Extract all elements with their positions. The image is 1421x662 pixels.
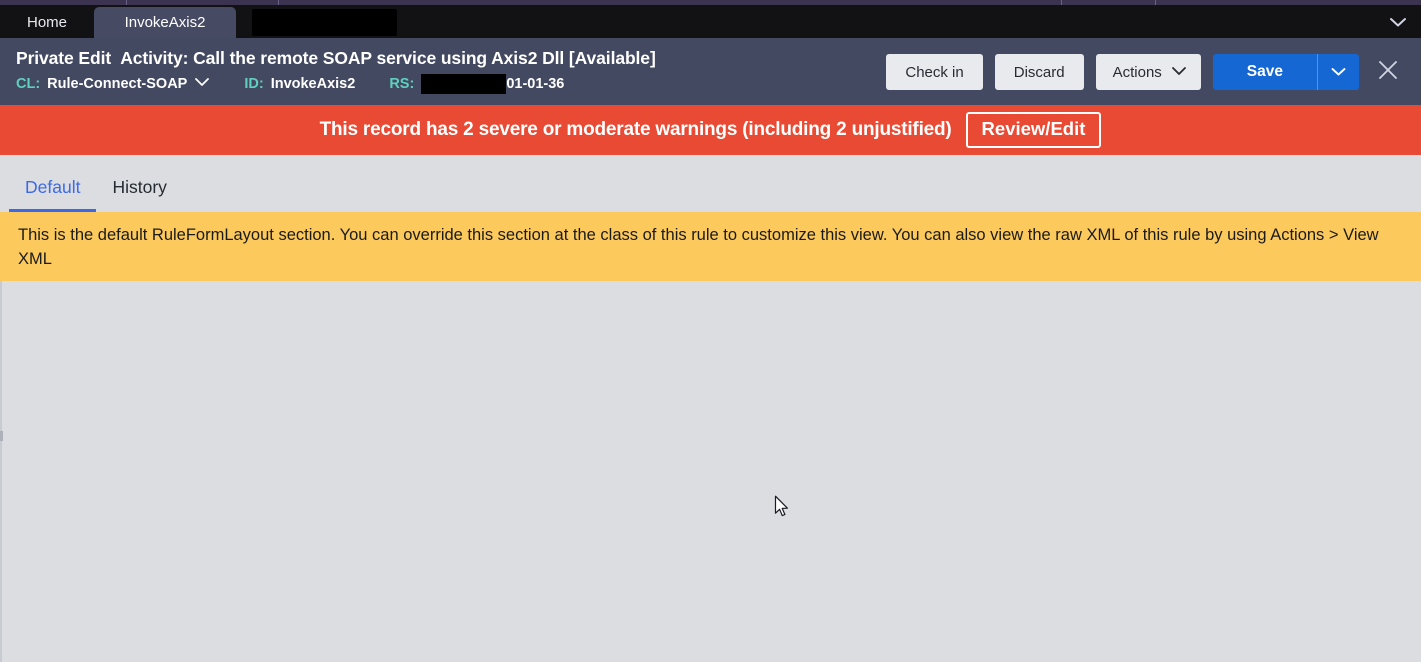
- tab-redacted[interactable]: [252, 9, 397, 36]
- tab-invokeaxis2[interactable]: InvokeAxis2: [94, 7, 236, 38]
- close-button[interactable]: [1369, 53, 1407, 91]
- meta-class[interactable]: CL: Rule-Connect-SOAP: [16, 74, 210, 94]
- form-body: [0, 281, 1421, 662]
- close-icon: [1376, 58, 1400, 87]
- chevron-down-icon[interactable]: [1375, 5, 1421, 38]
- meta-id-value: InvokeAxis2: [270, 76, 356, 92]
- save-button[interactable]: Save: [1212, 54, 1317, 90]
- meta-class-value: Rule-Connect-SOAP: [47, 76, 188, 92]
- meta-id-key: ID:: [244, 76, 264, 92]
- meta-ruleset-value: 01-01-36: [506, 76, 565, 92]
- edit-mode-label: Private Edit: [16, 48, 112, 68]
- chevron-down-icon[interactable]: [194, 73, 210, 93]
- tab-history-label: History: [112, 177, 167, 197]
- header-actions: Check in Discard Actions Save: [874, 53, 1407, 91]
- panel-resize-handle[interactable]: [0, 431, 3, 441]
- tab-home-label: Home: [26, 14, 67, 31]
- meta-id: ID: InvokeAxis2: [244, 74, 355, 94]
- record-title-label: Activity: Call the remote SOAP service u…: [120, 48, 565, 68]
- info-notice: This is the default RuleFormLayout secti…: [0, 212, 1421, 281]
- info-notice-text: This is the default RuleFormLayout secti…: [18, 226, 1379, 268]
- warning-banner: This record has 2 severe or moderate war…: [0, 105, 1421, 155]
- check-in-button[interactable]: Check in: [886, 54, 983, 90]
- tab-default-label: Default: [25, 177, 81, 197]
- tab-default[interactable]: Default: [9, 177, 97, 212]
- actions-button-label: Actions: [1112, 63, 1162, 81]
- form-tabs: Default History: [0, 155, 1421, 212]
- save-button-group: Save: [1212, 54, 1359, 90]
- meta-ruleset-key: RS:: [389, 76, 415, 92]
- actions-button[interactable]: Actions: [1095, 54, 1201, 90]
- discard-button[interactable]: Discard: [994, 54, 1084, 90]
- save-dropdown-button[interactable]: [1317, 54, 1359, 90]
- tab-history[interactable]: History: [96, 177, 182, 212]
- tab-home[interactable]: Home: [0, 7, 94, 38]
- app-tab-bar: Home InvokeAxis2: [0, 5, 1421, 38]
- review-edit-button[interactable]: Review/Edit: [965, 112, 1102, 148]
- record-header: Private Edit Activity: Call the remote S…: [0, 38, 1421, 105]
- meta-class-key: CL:: [16, 76, 41, 92]
- chevron-down-icon: [1171, 63, 1187, 80]
- meta-ruleset: RS: 01-01-36: [389, 74, 564, 94]
- chevron-down-icon: [1330, 65, 1347, 80]
- warning-message: This record has 2 severe or moderate war…: [319, 119, 952, 140]
- tab-invokeaxis2-label: InvokeAxis2: [124, 14, 206, 31]
- status-badge: [Available]: [568, 48, 656, 68]
- redacted-block: [421, 74, 507, 94]
